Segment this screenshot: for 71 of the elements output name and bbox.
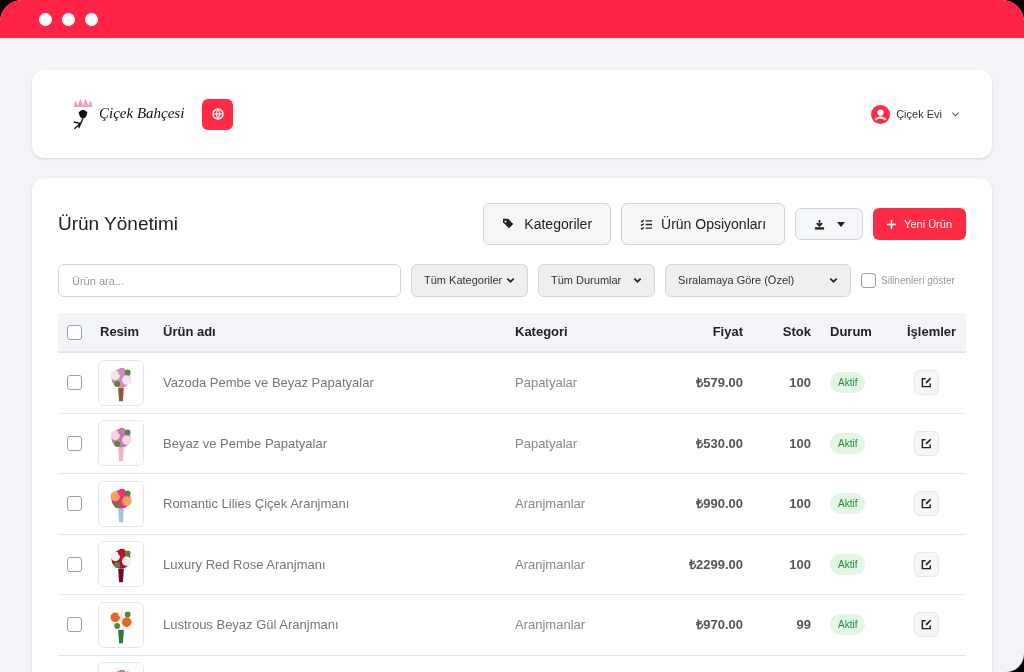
row-checkbox[interactable] [67, 375, 82, 391]
price-cell: ₺2299.00 [689, 556, 743, 572]
edit-icon [921, 437, 932, 449]
category-cell: Aranjmanlar [515, 496, 586, 511]
chevron-icon [829, 276, 838, 285]
category-cell: Aranjmanlar [515, 617, 586, 632]
edit-button[interactable] [914, 430, 939, 456]
product-name: Romantic Lilies Çiçek Aranjmanı [163, 496, 350, 511]
status-badge: Aktif [830, 432, 866, 454]
show-deleted-checkbox[interactable] [861, 273, 876, 288]
edit-button[interactable] [914, 612, 939, 638]
edit-icon [921, 377, 932, 389]
column-header: Fiyat [712, 324, 743, 340]
edit-button[interactable] [914, 551, 939, 577]
filter-select[interactable]: Sıralamaya Göre (Özel) [665, 264, 851, 297]
user-icon [871, 104, 891, 124]
product-name: Luxury Red Rose Aranjmanı [163, 556, 326, 572]
filter-select[interactable]: Tüm Durumlar [538, 264, 655, 297]
select-all-checkbox[interactable] [67, 324, 82, 340]
row-checkbox[interactable] [67, 496, 82, 512]
edit-icon [921, 619, 932, 631]
column-header: Stok [782, 324, 811, 340]
product-name: Vazoda Pembe ve Beyaz Papatyalar [163, 375, 374, 390]
product-name: Beyaz ve Pembe Papatyalar [163, 435, 328, 451]
category-cell: Papatyalar [515, 375, 578, 390]
column-header: Resim [100, 324, 140, 340]
plus-icon [887, 219, 897, 229]
category-cell: Aranjmanlar [515, 556, 586, 572]
edit-button[interactable] [914, 491, 939, 517]
chevron-icon [506, 276, 515, 285]
column-header: Kategori [515, 324, 568, 340]
price-cell: ₺579.00 [696, 375, 743, 390]
download-icon [813, 218, 825, 230]
caret-icon [836, 221, 845, 227]
categories-button[interactable]: Kategoriler [483, 203, 612, 245]
stock-cell: 100 [789, 556, 811, 572]
stock-cell: 100 [789, 496, 811, 511]
chevron-icon [633, 276, 642, 285]
edit-button[interactable] [914, 370, 939, 396]
product-name: Lustrous Beyaz Gül Aranjmanı [163, 617, 339, 632]
row-checkbox[interactable] [67, 435, 82, 451]
row-checkbox[interactable] [67, 617, 82, 633]
filter-select[interactable]: Tüm Kategoriler [411, 264, 528, 297]
logo-text: Çiçek Bahçesi [99, 103, 185, 123]
page-title: Ürün Yönetimi [58, 211, 179, 236]
download-button[interactable] [795, 208, 864, 240]
row-checkbox[interactable] [67, 556, 82, 572]
status-badge: Aktif [830, 614, 866, 636]
stock-cell: 99 [796, 617, 811, 632]
edit-icon [921, 498, 932, 510]
column-header: İşlemler [907, 324, 957, 340]
status-badge: Aktif [830, 372, 866, 394]
search-field[interactable]: Ürün ara... [58, 264, 401, 297]
status-badge: Aktif [830, 553, 866, 575]
category-cell: Papatyalar [515, 435, 578, 451]
user-menu[interactable]: Çiçek Evi [871, 104, 960, 124]
stock-cell: 100 [789, 435, 811, 451]
edit-icon [921, 558, 932, 570]
checklist-icon [640, 218, 654, 230]
globe-icon [211, 108, 224, 120]
options-button[interactable]: Ürün Opsiyonları [621, 203, 786, 245]
price-cell: ₺970.00 [696, 617, 743, 632]
price-cell: ₺530.00 [696, 435, 743, 451]
show-deleted-label: Silinenleri göster [881, 274, 955, 288]
column-header: Durum [830, 324, 872, 340]
language-button[interactable] [202, 98, 234, 130]
new-product-button[interactable]: Yeni Ürün [873, 208, 966, 240]
column-header: Ürün adı [163, 324, 216, 340]
status-badge: Aktif [830, 493, 866, 515]
price-cell: ₺990.00 [696, 496, 743, 511]
stock-cell: 100 [789, 375, 811, 390]
